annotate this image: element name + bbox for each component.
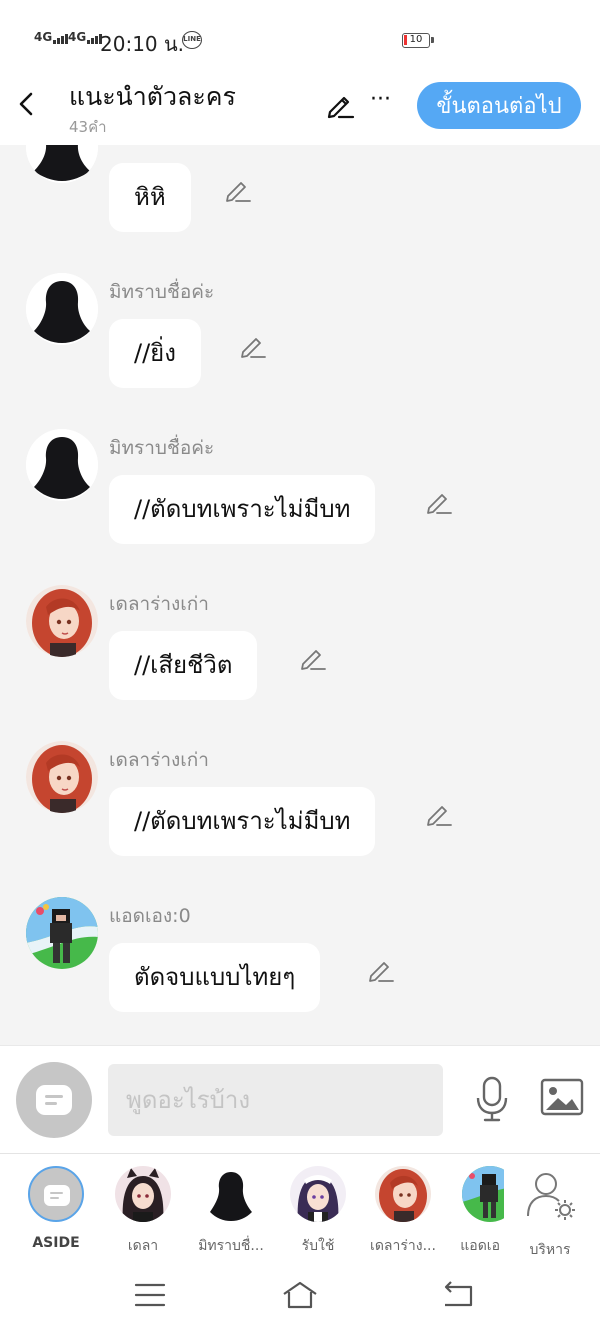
character-name: รับใช้	[301, 1238, 335, 1254]
chat-message: มิทราบชื่อค่ะ //ยิ่ง	[0, 273, 600, 433]
silhouette-avatar[interactable]	[26, 273, 98, 345]
battery-icon: 10	[402, 33, 434, 48]
word-count: 43คำ	[69, 118, 107, 136]
chat-message: หิหิ	[0, 145, 600, 232]
sender-name: มิทราบชื่อค่ะ	[109, 281, 215, 303]
next-step-button[interactable]: ขั้นตอนต่อไป	[417, 82, 581, 129]
back-icon[interactable]	[437, 1278, 477, 1312]
message-bubble[interactable]: //ยิ่ง	[109, 319, 201, 388]
silhouette-avatar[interactable]	[26, 145, 98, 183]
character-name: มิทราบชื่...	[198, 1238, 264, 1254]
signal-indicator-2: 4G	[68, 30, 103, 44]
edit-pencil-icon[interactable]	[298, 643, 328, 673]
dark-hair-cat-girl-avatar	[115, 1166, 171, 1222]
edit-pencil-icon[interactable]	[238, 331, 268, 361]
sender-name: เดลาร่างเก่า	[109, 593, 209, 615]
edit-pencil-icon[interactable]	[424, 799, 454, 829]
edit-pencil-icon[interactable]	[366, 955, 396, 985]
character-selector: ASIDE เดลา มิทราบชื่... รับใช้ เดลาร่าง.…	[0, 1153, 600, 1260]
status-bar: 4G 4G 20:10 น. LINE 10	[0, 0, 600, 75]
manage-user-icon	[527, 1173, 575, 1220]
red-hair-girl-avatar[interactable]	[26, 741, 98, 813]
chat-message: แอดเอง:0 ตัดจบแบบไทยๆ	[0, 897, 600, 1045]
network-type-label: 4G	[34, 30, 53, 44]
red-hair-girl-avatar	[375, 1166, 431, 1222]
app-header: แนะนำตัวละคร 43คำ ··· ขั้นตอนต่อไป	[0, 75, 600, 145]
edit-pencil-icon[interactable]	[424, 487, 454, 517]
sender-name: มิทราบชื่อค่ะ	[109, 437, 215, 459]
message-bubble[interactable]: //ตัดบทเพราะไม่มีบท	[109, 475, 376, 544]
signal-indicator-1: 4G	[34, 30, 69, 44]
character-admin[interactable]: แอดเอ	[440, 1166, 504, 1258]
character-name: เดลา	[127, 1238, 159, 1254]
edit-pencil-icon[interactable]	[324, 89, 356, 121]
game-character-avatar	[462, 1166, 504, 1222]
message-bubble[interactable]: ตัดจบแบบไทยๆ	[109, 943, 321, 1012]
sender-name: แอดเอง:0	[109, 905, 191, 927]
character-name: ASIDE	[32, 1235, 80, 1251]
game-character-avatar[interactable]	[26, 897, 98, 969]
image-icon[interactable]	[540, 1078, 584, 1118]
aside-avatar	[28, 1166, 84, 1222]
line-app-icon: LINE	[182, 31, 202, 49]
character-dela[interactable]: เดลา	[103, 1166, 183, 1258]
sender-name: เดลาร่างเก่า	[109, 749, 209, 771]
page-title: แนะนำตัวละคร	[69, 82, 236, 111]
more-options-icon[interactable]: ···	[370, 89, 396, 117]
chat-bubble-icon	[44, 1185, 70, 1206]
clock: 20:10 น.	[100, 32, 185, 56]
message-bubble[interactable]: //ตัดบทเพราะไม่มีบท	[109, 787, 376, 856]
home-icon[interactable]	[280, 1278, 320, 1312]
chat-area[interactable]: หิหิ มิทราบชื่อค่ะ //ยิ่ง มิทราบชื่อค่ะ …	[0, 145, 600, 1045]
character-unknown-name[interactable]: มิทราบชื่...	[191, 1166, 271, 1258]
character-name: บริหาร	[529, 1242, 571, 1258]
character-servant[interactable]: รับใช้	[278, 1166, 358, 1258]
character-name: แอดเอ	[460, 1238, 500, 1254]
menu-icon[interactable]	[130, 1278, 170, 1312]
character-dela-old[interactable]: เดลาร่าง...	[363, 1166, 443, 1258]
message-bubble[interactable]: หิหิ	[109, 163, 191, 232]
silhouette-avatar	[203, 1166, 259, 1222]
message-bubble[interactable]: //เสียชีวิต	[109, 631, 258, 700]
character-manage[interactable]: บริหาร	[510, 1166, 590, 1258]
message-input[interactable]: พูดอะไรบ้าง	[108, 1064, 443, 1136]
chat-message: เดลาร่างเก่า //เสียชีวิต	[0, 585, 600, 745]
character-name: เดลาร่าง...	[370, 1238, 436, 1254]
red-hair-girl-avatar[interactable]	[26, 585, 98, 657]
character-aside[interactable]: ASIDE	[16, 1166, 96, 1258]
chat-message: เดลาร่างเก่า //ตัดบทเพราะไม่มีบท	[0, 741, 600, 901]
network-type-label: 4G	[68, 30, 87, 44]
system-navigation-bar	[0, 1260, 600, 1333]
chat-bubble-icon	[36, 1085, 72, 1115]
message-input-bar: พูดอะไรบ้าง	[0, 1045, 600, 1153]
chat-message: มิทราบชื่อค่ะ //ตัดบทเพราะไม่มีบท	[0, 429, 600, 589]
maid-girl-avatar	[290, 1166, 346, 1222]
aside-chat-button[interactable]	[16, 1062, 92, 1138]
silhouette-avatar[interactable]	[26, 429, 98, 501]
edit-pencil-icon[interactable]	[223, 175, 253, 205]
microphone-icon[interactable]	[472, 1076, 512, 1122]
back-arrow-icon[interactable]	[14, 89, 40, 119]
